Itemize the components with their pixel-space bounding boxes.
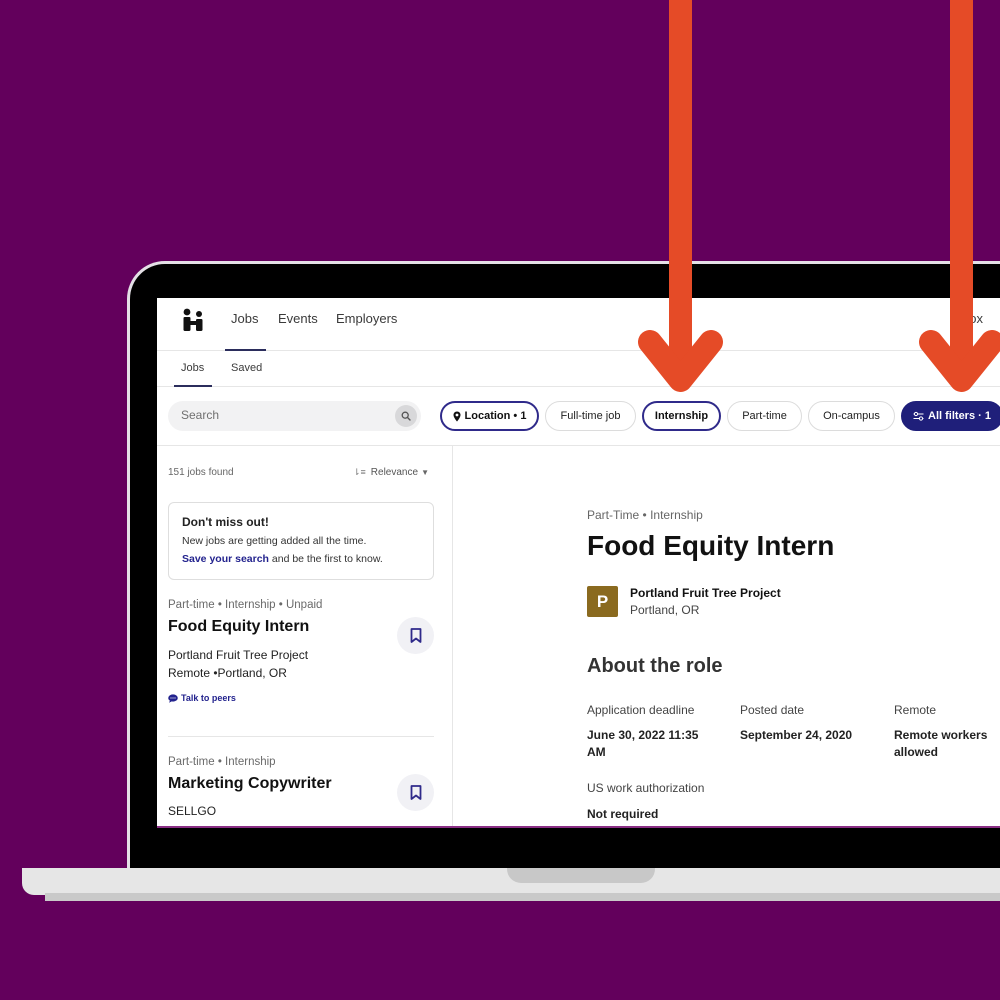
save-job-button[interactable] [397, 774, 434, 811]
job-list-panel: 151 jobs found ⇂≡ Relevance ▼ Don't miss… [157, 446, 453, 826]
search-icon [401, 411, 411, 421]
filter-chip-full-time[interactable]: Full-time job [545, 401, 636, 431]
filter-chip-label: On-campus [823, 410, 880, 422]
field-us-work-authorization: US work authorization Not required [587, 781, 737, 823]
field-value: Not required [587, 807, 659, 821]
handshake-logo-icon[interactable] [181, 308, 207, 334]
job-meta: Part-time • Internship [168, 756, 276, 768]
bookmark-icon [410, 628, 421, 643]
sliders-icon [913, 411, 924, 421]
job-detail-header: Part-Time • Internship Food Equity Inter… [587, 508, 1000, 562]
job-location: Remote •Portland, OR [168, 666, 287, 680]
field-value: June 30, 2022 11:35 AM [587, 728, 699, 759]
filter-chip-label: Location • 1 [464, 410, 527, 422]
divider [168, 736, 434, 737]
job-card[interactable]: Part-time • Internship Marketing Copywri… [168, 756, 434, 818]
search-button[interactable] [395, 405, 417, 427]
all-filters-button[interactable]: All filters · 1 [901, 401, 1000, 431]
filter-bar: Location • 1 Full-time job Internship Pa… [157, 387, 1000, 446]
talk-to-peers-link[interactable]: Talk to peers [168, 693, 434, 703]
nav-inbox[interactable]: box [962, 311, 983, 326]
laptop-base-shadow [45, 893, 1000, 901]
chat-bubble-icon [168, 693, 178, 703]
field-label: Application deadline [587, 703, 695, 717]
laptop-notch [507, 868, 655, 883]
field-label: Remote [894, 703, 937, 717]
sort-label: Relevance [370, 467, 419, 478]
nav-jobs[interactable]: Jobs [231, 311, 258, 326]
detail-meta: Part-Time • Internship [587, 508, 703, 522]
employer-logo: P [587, 586, 618, 617]
employer-name[interactable]: Portland Fruit Tree Project [630, 586, 781, 600]
field-application-deadline: Application deadline June 30, 2022 11:35… [587, 703, 737, 761]
employer-info[interactable]: P Portland Fruit Tree Project Portland, … [587, 586, 781, 617]
detail-title: Food Equity Intern [587, 530, 835, 561]
results-count: 151 jobs found [168, 467, 234, 478]
job-company: SELLGO [168, 804, 217, 818]
filter-chip-label: Part-time [742, 410, 787, 422]
job-title[interactable]: Marketing Copywriter [168, 775, 434, 793]
field-value: Remote workers allowed [894, 728, 988, 759]
bookmark-icon [410, 785, 421, 800]
promo-cta-suffix: and be the first to know. [268, 553, 383, 565]
filter-chip-location[interactable]: Location • 1 [440, 401, 539, 431]
filter-chip-label: Internship [654, 410, 709, 422]
field-value: September 24, 2020 [740, 728, 853, 742]
save-search-link[interactable]: Save your search [182, 553, 269, 565]
job-title[interactable]: Food Equity Intern [168, 618, 434, 636]
tab-saved[interactable]: Saved [231, 362, 262, 374]
filter-chip-internship[interactable]: Internship [642, 401, 721, 431]
filter-chip-label: Full-time job [560, 410, 621, 422]
top-nav: Jobs Events Employers box [157, 298, 1000, 351]
promo-text: New jobs are getting added all the time. [182, 535, 367, 547]
employer-location: Portland, OR [630, 603, 700, 617]
map-pin-icon [453, 411, 461, 421]
talk-to-peers-label: Talk to peers [181, 693, 236, 703]
field-label: Posted date [740, 703, 805, 717]
job-company: Portland Fruit Tree Project [168, 648, 309, 662]
nav-employers[interactable]: Employers [336, 311, 397, 326]
promo-title: Don't miss out! [182, 515, 269, 529]
promo-cta-line: Save your search and be the first to kno… [182, 550, 420, 568]
search-input[interactable] [181, 408, 381, 422]
field-label: US work authorization [587, 781, 705, 795]
save-job-button[interactable] [397, 617, 434, 654]
sub-nav: Jobs Saved [157, 351, 1000, 387]
app-screen: Jobs Events Employers box Jobs Saved Sea… [157, 298, 1000, 828]
field-posted-date: Posted date September 24, 2020 [740, 703, 890, 744]
save-search-promo: Don't miss out! New jobs are getting add… [168, 502, 434, 580]
nav-events[interactable]: Events [278, 311, 318, 326]
sort-dropdown[interactable]: ⇂≡ Relevance ▼ [353, 467, 429, 478]
job-meta: Part-time • Internship • Unpaid [168, 599, 323, 611]
all-filters-label: All filters · 1 [928, 410, 991, 422]
filter-chip-part-time[interactable]: Part-time [727, 401, 802, 431]
chevron-down-icon: ▼ [421, 468, 429, 477]
tab-jobs[interactable]: Jobs [181, 362, 204, 374]
filter-chip-on-campus[interactable]: On-campus [808, 401, 895, 431]
about-role-heading: About the role [587, 655, 723, 677]
sort-icon: ⇂≡ [353, 467, 366, 477]
field-remote: Remote Remote workers allowed [894, 703, 1000, 761]
job-card[interactable]: Part-time • Internship • Unpaid Food Equ… [168, 599, 434, 703]
search-box [168, 401, 421, 431]
